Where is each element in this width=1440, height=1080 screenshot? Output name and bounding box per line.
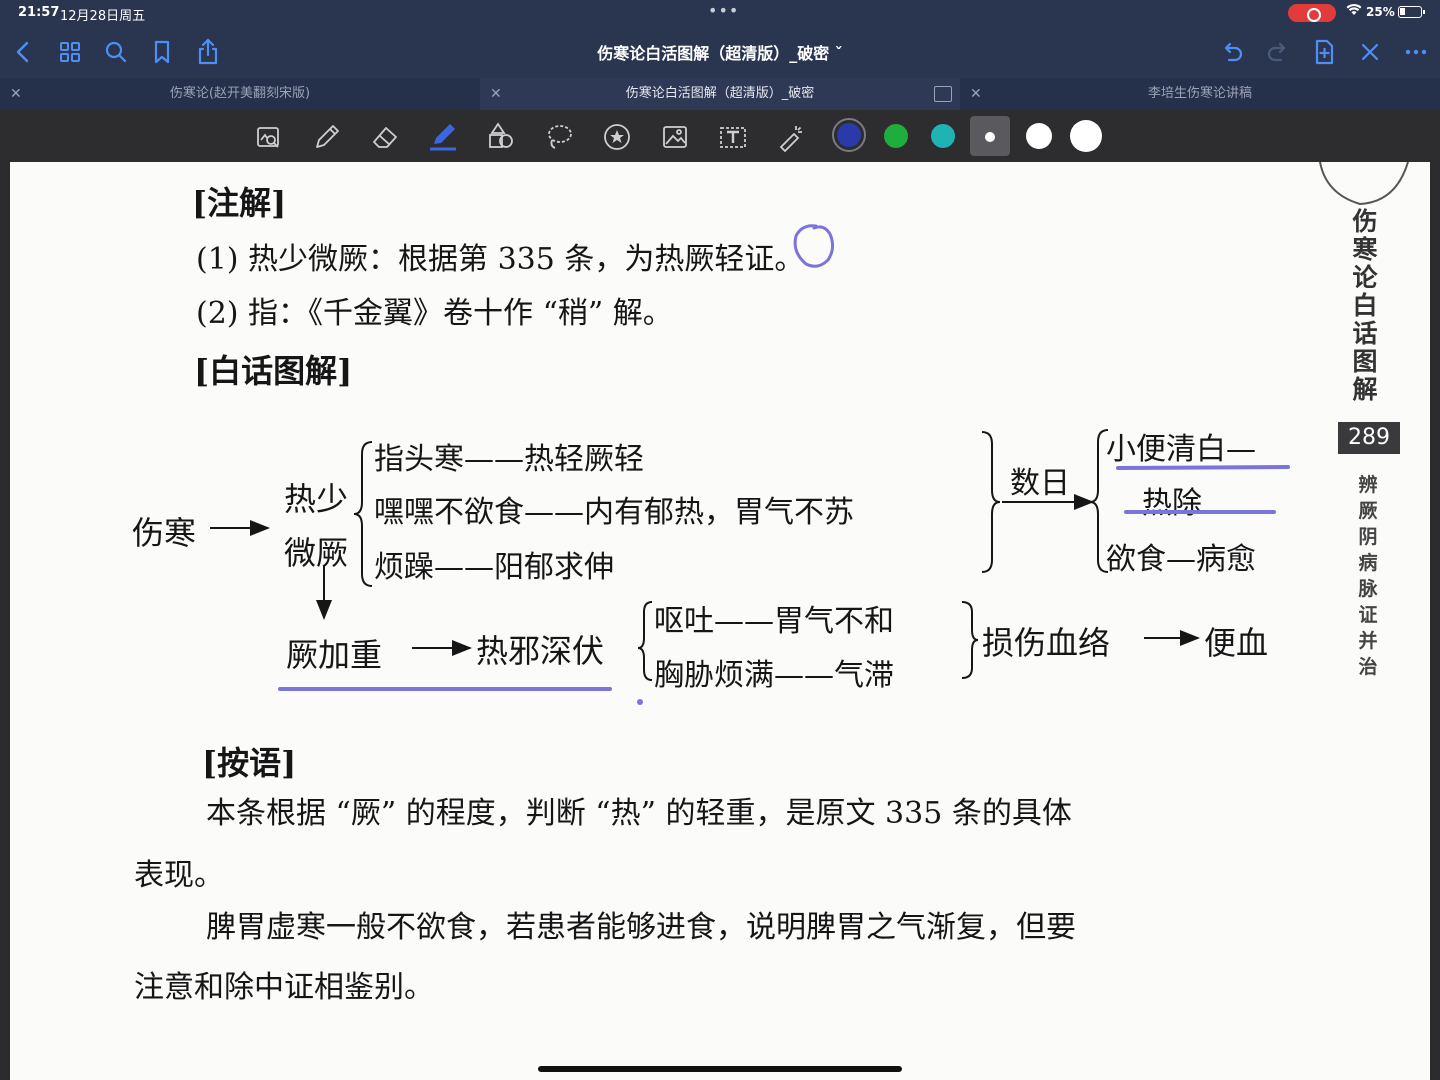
diagram-outcome-1: 小便清白— [1106, 432, 1256, 467]
book-title-vertical: 伤寒论白话图解 [1352, 207, 1378, 404]
annotation-toolbar [0, 110, 1440, 162]
paragraph-2-line-2: 注意和除中证相鉴别。 [134, 970, 434, 1005]
more-icon[interactable] [1400, 36, 1432, 68]
shapes-icon[interactable] [484, 120, 518, 154]
heading-baihua: [白话图解] [194, 352, 353, 390]
sticker-icon[interactable] [600, 120, 634, 154]
brace-main-left [353, 441, 373, 587]
status-date: 12月28日周五 [60, 9, 146, 24]
diagram-sub-1: 呕吐——胃气不和 [654, 604, 894, 639]
page-number: 289 [1338, 422, 1400, 454]
chapter-title-vertical: 辨厥阴病脉证并治 [1358, 474, 1378, 678]
brace-main-right [981, 431, 1001, 573]
diagram-bianxue: 便血 [1204, 624, 1269, 662]
diagram-sub-2: 胸胁烦满——气滞 [654, 658, 894, 693]
battery-icon [1398, 6, 1425, 18]
color-swatch-green[interactable] [884, 124, 908, 148]
text-box-icon[interactable] [716, 120, 750, 154]
redo-icon[interactable] [1262, 36, 1294, 68]
nav-bar: 伤寒论白活图解（超清版）_破密 ˇ [0, 26, 1440, 78]
share-icon[interactable] [192, 36, 224, 68]
wifi-icon [1346, 4, 1362, 19]
heading-anyu: [按语] [202, 744, 297, 782]
book-emblem [1319, 162, 1409, 206]
status-time: 21:57 [18, 5, 60, 20]
color-swatch-teal[interactable] [931, 124, 955, 148]
pdf-page[interactable]: [注解] (1) 热少微厥：根据第 335 条，为热厥轻证。 (2) 指：《千金… [10, 162, 1430, 1080]
brace-sub-left [637, 601, 653, 681]
diagram-outcome-1b: 热除 [1142, 486, 1202, 521]
diagram-row-2: 嘿嘿不欲食——内有郁热，胃气不苏 [374, 495, 854, 530]
tab-document-1[interactable]: ✕ 伤寒论(赵开美翻刻宋版) [0, 78, 480, 110]
grid-icon[interactable] [54, 36, 86, 68]
pen-icon[interactable] [310, 120, 344, 154]
paragraph-1-line-1: 本条根据 “厥” 的程度，判断 “热” 的轻重，是原文 335 条的具体 [206, 796, 1072, 831]
add-page-icon[interactable] [1308, 36, 1340, 68]
diagram-sunshang: 损伤血络 [982, 624, 1111, 662]
size-medium[interactable] [1026, 123, 1052, 149]
tab-label: 李培生伤寒论讲稿 [1147, 86, 1252, 101]
close-icon[interactable] [1354, 36, 1386, 68]
screen-record-icon[interactable] [1288, 4, 1336, 22]
diagram-jue-jiazhong: 厥加重 [286, 636, 383, 674]
size-large[interactable] [1070, 120, 1102, 152]
search-icon[interactable] [100, 36, 132, 68]
lasso-zoom-icon[interactable] [252, 120, 286, 154]
eraser-icon[interactable] [368, 120, 402, 154]
diagram-shuri: 数日 [1010, 466, 1070, 501]
diagram-weijue: 微厥 [284, 534, 349, 572]
status-bar: 21:57 12月28日周五 ••• 25% [0, 0, 1440, 26]
multitask-dots-icon[interactable]: ••• [708, 1, 739, 20]
undo-icon[interactable] [1216, 36, 1248, 68]
laser-pointer-icon[interactable] [774, 120, 808, 154]
back-icon[interactable] [8, 36, 40, 68]
split-view-icon[interactable] [934, 86, 952, 102]
lasso-icon[interactable] [542, 120, 576, 154]
battery-percent: 25% [1366, 5, 1395, 19]
document-tabs: ✕ 伤寒论(赵开美翻刻宋版) ✕ 伤寒论白活图解（超清版）_破密 ✕ 李培生伤寒… [0, 78, 1440, 110]
tab-document-3[interactable]: ✕ 李培生伤寒论讲稿 [960, 78, 1440, 110]
diagram-outcome-2: 欲食—病愈 [1106, 542, 1256, 577]
paragraph-2-line-1: 脾胃虚寒一般不欲食，若患者能够进食，说明脾胃之气渐复，但要 [206, 910, 1076, 945]
paragraph-1-line-2: 表现。 [134, 858, 224, 893]
annotation-dot [637, 699, 643, 705]
brace-sub-right [961, 601, 979, 679]
diagram-rexie: 热邪深伏 [476, 632, 605, 670]
tab-document-2[interactable]: ✕ 伤寒论白活图解（超清版）_破密 [480, 78, 960, 110]
size-small[interactable] [985, 132, 995, 142]
color-swatch-navy[interactable] [837, 123, 861, 147]
note-2: (2) 指：《千金翼》卷十作 “稍” 解。 [196, 296, 673, 331]
heading-zhujie: [注解] [192, 184, 287, 222]
highlighter-icon[interactable] [426, 120, 460, 154]
tab-label: 伤寒论(赵开美翻刻宋版) [169, 86, 311, 101]
diagram-reshao: 热少 [284, 480, 349, 518]
home-indicator[interactable] [538, 1066, 902, 1072]
tab-label: 伤寒论白活图解（超清版）_破密 [625, 86, 815, 101]
image-icon[interactable] [658, 120, 692, 154]
diagram-row-3: 烦躁——阳郁求伸 [374, 550, 614, 585]
app-chrome: 21:57 12月28日周五 ••• 25% 伤寒论白活图解（超清版）_破密 ˇ [0, 0, 1440, 162]
bookmark-icon[interactable] [146, 36, 178, 68]
document-title[interactable]: 伤寒论白活图解（超清版）_破密 ˇ [460, 40, 980, 64]
diagram-shanghan: 伤寒 [132, 514, 197, 552]
note-1: (1) 热少微厥：根据第 335 条，为热厥轻证。 [196, 242, 805, 277]
diagram-row-1: 指头寒——热轻厥轻 [374, 442, 644, 477]
